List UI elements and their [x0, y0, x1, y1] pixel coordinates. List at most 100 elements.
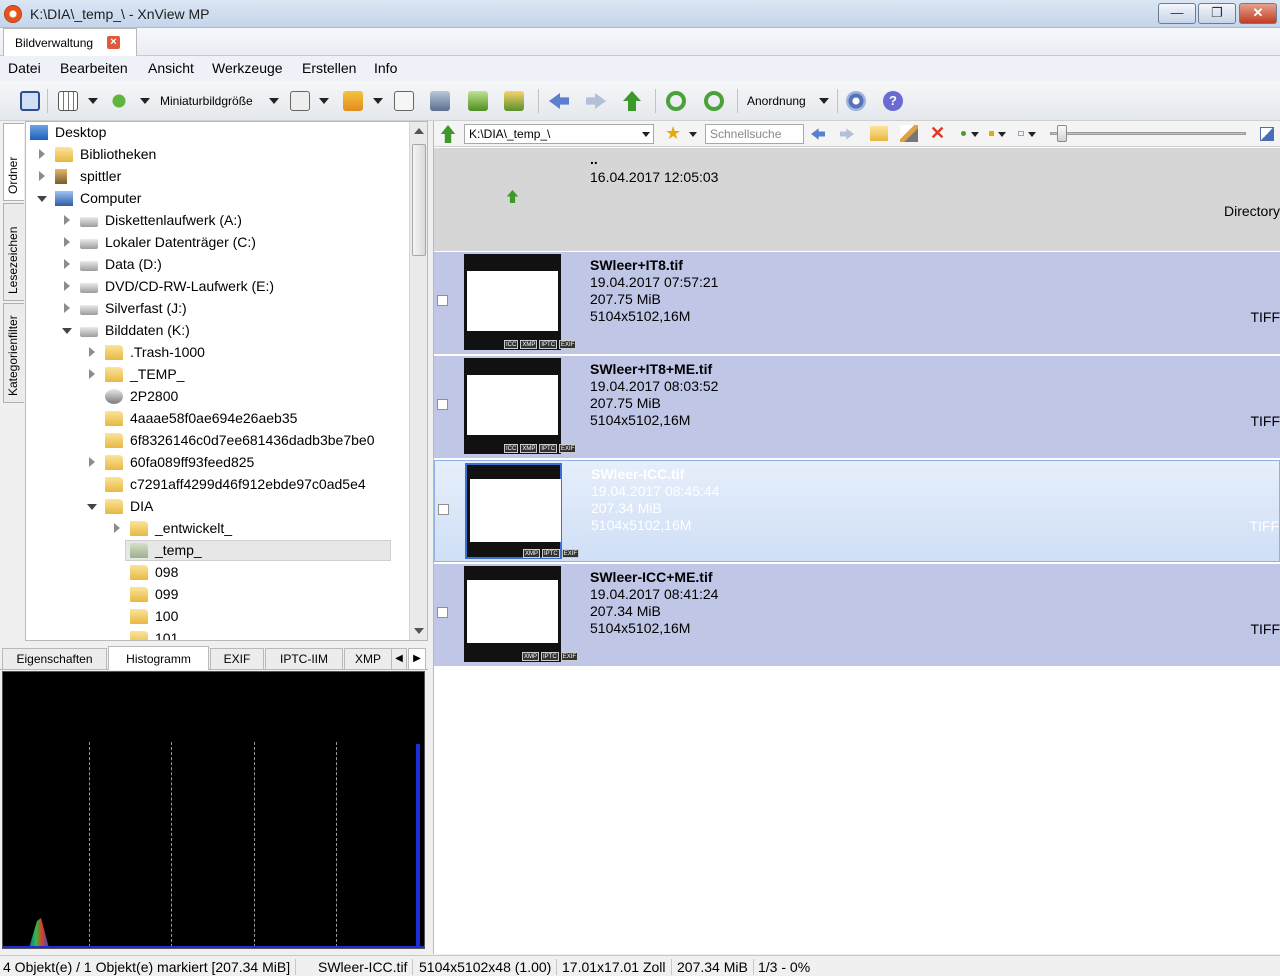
file-thumbnail[interactable]: [464, 566, 561, 662]
collapse-arrow-icon[interactable]: [37, 196, 47, 202]
favorite-star-icon[interactable]: ★: [665, 124, 681, 142]
view-mode-dropdown-icon[interactable]: [88, 98, 98, 104]
tab-ordner[interactable]: Ordner: [3, 123, 24, 201]
menu-datei[interactable]: Datei: [8, 60, 41, 76]
back-arrow-icon[interactable]: [811, 128, 825, 140]
tab-kategorienfilter[interactable]: Kategorienfilter: [3, 303, 24, 403]
label-filter-dropdown-icon[interactable]: [998, 132, 1006, 137]
tag-filter-icon[interactable]: [1018, 131, 1024, 136]
menu-ansicht[interactable]: Ansicht: [148, 60, 194, 76]
favorite-dropdown-icon[interactable]: [689, 132, 697, 137]
thumbnail-zoom-slider-knob[interactable]: [1057, 125, 1067, 142]
floppy-icon: [80, 217, 98, 227]
path-input[interactable]: K:\DIA\_temp_\: [464, 124, 654, 144]
bookmark-icon[interactable]: [343, 91, 363, 111]
menu-werkzeuge[interactable]: Werkzeuge: [212, 60, 283, 76]
rotate-right-icon[interactable]: [704, 91, 724, 111]
tab-iptc-iim[interactable]: IPTC-IIM: [265, 648, 343, 670]
layout-toggle-icon[interactable]: [1260, 127, 1274, 141]
minimize-button[interactable]: —: [1158, 3, 1196, 24]
go-up-icon[interactable]: [440, 125, 456, 143]
parent-folder-icon[interactable]: [623, 91, 641, 111]
tab-eigenschaften[interactable]: Eigenschaften: [2, 648, 107, 670]
parent-directory-row[interactable]: .. 16.04.2017 12:05:03 Directory: [434, 148, 1280, 251]
expand-arrow-icon[interactable]: [89, 347, 95, 357]
page-layout-dropdown-icon[interactable]: [319, 98, 329, 104]
file-thumbnail[interactable]: [464, 254, 561, 350]
rotate-left-icon[interactable]: [666, 91, 686, 111]
tree-scroll-thumb[interactable]: [412, 144, 426, 256]
expand-arrow-icon[interactable]: [64, 303, 70, 313]
file-row[interactable]: ICC XMP IPTC EXIF SWleer+IT8+ME.tif 19.04.2…: [434, 356, 1280, 458]
tabs-scroll-right-icon[interactable]: ▶: [408, 648, 426, 670]
sort-dropdown-icon[interactable]: [140, 98, 150, 104]
title-bar: K:\DIA\_temp_\ - XnView MP — ❐ ✕: [0, 0, 1280, 28]
tab-bildverwaltung[interactable]: Bildverwaltung ×: [3, 28, 137, 56]
page-layout-icon[interactable]: [290, 91, 310, 111]
tab-histogramm[interactable]: Histogramm: [108, 646, 209, 670]
file-select-checkbox[interactable]: [437, 607, 448, 618]
expand-arrow-icon[interactable]: [64, 259, 70, 269]
expand-arrow-icon[interactable]: [89, 457, 95, 467]
file-row[interactable]: XMP IPTC EXIF SWleer-ICC+ME.tif 19.04.2017…: [434, 564, 1280, 666]
scroll-down-icon[interactable]: [414, 628, 424, 634]
collapse-arrow-icon[interactable]: [87, 504, 97, 510]
new-folder-icon[interactable]: [870, 126, 888, 141]
expand-arrow-icon[interactable]: [64, 281, 70, 291]
arrange-dropdown-icon[interactable]: [819, 98, 829, 104]
file-row[interactable]: ICC XMP IPTC EXIF SWleer+IT8.tif 19.04.2017…: [434, 252, 1280, 354]
histogram-gridline: [171, 742, 172, 947]
expand-arrow-icon[interactable]: [114, 523, 120, 533]
view-mode-icon[interactable]: [58, 91, 78, 111]
export-icon[interactable]: [504, 91, 524, 111]
tab-lesezeichen[interactable]: Lesezeichen: [3, 203, 24, 301]
rating-filter-icon[interactable]: [961, 131, 966, 136]
sort-icon[interactable]: [109, 91, 129, 111]
scroll-up-icon[interactable]: [414, 128, 424, 134]
thumbnail-size-dropdown-icon[interactable]: [269, 98, 279, 104]
expand-arrow-icon[interactable]: [39, 171, 45, 181]
file-thumbnail[interactable]: [464, 358, 561, 454]
expand-arrow-icon[interactable]: [64, 215, 70, 225]
fullscreen-icon[interactable]: [20, 91, 40, 111]
file-select-checkbox[interactable]: [437, 399, 448, 410]
forward-arrow-icon[interactable]: [840, 128, 854, 140]
menu-info[interactable]: Info: [374, 60, 397, 76]
folder-tree[interactable]: Desktop Bibliotheken spittler Computer D…: [25, 121, 428, 641]
path-dropdown-icon[interactable]: [642, 132, 650, 137]
rename-icon[interactable]: [900, 125, 918, 142]
tab-exif[interactable]: EXIF: [210, 648, 264, 670]
settings-gear-icon[interactable]: [846, 91, 866, 111]
collapse-arrow-icon[interactable]: [62, 328, 72, 334]
delete-icon[interactable]: ✕: [930, 123, 945, 143]
expand-arrow-icon[interactable]: [64, 237, 70, 247]
menu-bearbeiten[interactable]: Bearbeiten: [60, 60, 128, 76]
tree-view-icon[interactable]: [394, 91, 414, 111]
menu-erstellen[interactable]: Erstellen: [302, 60, 356, 76]
expand-arrow-icon[interactable]: [39, 149, 45, 159]
file-select-checkbox[interactable]: [437, 295, 448, 306]
thumbnail-zoom-slider[interactable]: [1050, 132, 1246, 135]
file-thumbnail[interactable]: [465, 463, 562, 559]
import-icon[interactable]: [468, 91, 488, 111]
tab-xmp[interactable]: XMP: [344, 648, 392, 670]
camera-icon[interactable]: [430, 91, 450, 111]
close-window-button[interactable]: ✕: [1239, 3, 1277, 24]
maximize-button[interactable]: ❐: [1198, 3, 1236, 24]
back-arrow-icon[interactable]: [549, 93, 569, 109]
quick-search-input[interactable]: Schnellsuche: [705, 124, 804, 144]
rating-filter-dropdown-icon[interactable]: [971, 132, 979, 137]
help-icon[interactable]: ?: [883, 91, 903, 111]
label-filter-icon[interactable]: [989, 131, 994, 136]
file-row-selected[interactable]: XMP IPTC EXIF SWleer-ICC.tif 19.04.2017 08…: [434, 460, 1280, 562]
tab-close-icon[interactable]: ×: [107, 36, 120, 49]
forward-arrow-icon[interactable]: [586, 93, 606, 109]
thumbnail-size-button[interactable]: Miniaturbildgröße: [160, 94, 253, 108]
expand-arrow-icon[interactable]: [89, 369, 95, 379]
file-select-checkbox[interactable]: [438, 504, 449, 515]
tag-filter-dropdown-icon[interactable]: [1028, 132, 1036, 137]
bookmark-dropdown-icon[interactable]: [373, 98, 383, 104]
tree-scrollbar[interactable]: [409, 122, 427, 640]
arrange-button[interactable]: Anordnung: [747, 94, 806, 108]
tabs-scroll-left-icon[interactable]: ◀: [391, 648, 407, 670]
